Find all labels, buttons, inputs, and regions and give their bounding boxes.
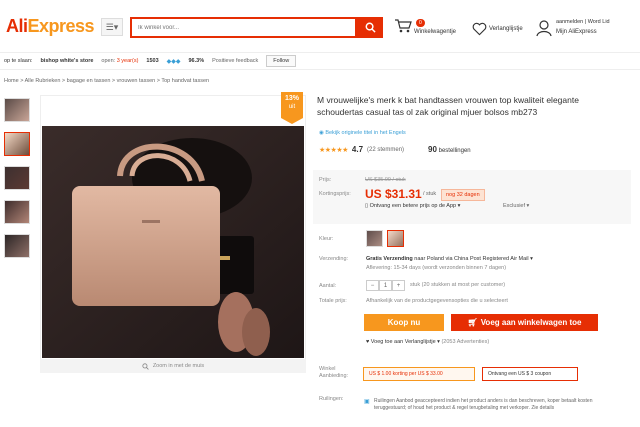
days-left-tag: nog 32 dagen — [441, 189, 485, 201]
price-unit: / stuk — [423, 191, 437, 197]
magnifier-icon — [142, 362, 149, 370]
quantity-label: Aantal: — [319, 283, 337, 289]
thumbnail-image[interactable] — [4, 98, 30, 122]
color-label: Kleur: — [319, 236, 334, 242]
color-swatch[interactable] — [366, 230, 383, 247]
price-label: Prijs: — [319, 177, 332, 183]
thumbnail-image[interactable] — [4, 234, 30, 258]
user-icon — [536, 20, 552, 37]
thumbnail-list — [4, 98, 34, 268]
returns-label: Ruilingen: — [319, 396, 344, 402]
total-price-label: Totale prijs: — [319, 298, 347, 304]
search-box[interactable] — [130, 17, 357, 38]
discount-price: US $31.31 — [365, 187, 422, 201]
price-box: Prijs: US $35.99 / stuk Kortingsprijs: U… — [313, 170, 631, 224]
positive-feedback-value: 96.3% — [188, 58, 205, 64]
cart-count-badge: 0 — [416, 19, 425, 27]
main-product-image[interactable] — [40, 95, 306, 373]
sign-in-links[interactable]: aanmelden | Word Lid — [556, 19, 610, 25]
categories-menu-button[interactable]: ☰▾ — [101, 18, 123, 36]
cart-label: Winkelwagentje — [414, 29, 457, 35]
store-name[interactable]: bishop white's store — [40, 58, 93, 64]
rating-value: 4.7 — [351, 145, 364, 154]
color-swatch-selected[interactable] — [387, 230, 404, 247]
original-title-link[interactable]: ◉ Bekijk originele titel in het Engels — [319, 130, 406, 136]
thumbnail-image[interactable] — [4, 166, 30, 190]
buy-now-button[interactable]: Koop nu — [364, 314, 444, 331]
product-photo — [42, 126, 304, 358]
search-button[interactable] — [357, 17, 383, 38]
search-icon — [365, 22, 376, 33]
shipping-label: Verzending: — [319, 256, 349, 262]
store-offer-label: Winkel Aanbieding: — [319, 366, 349, 379]
plus-button[interactable]: + — [392, 280, 405, 291]
heart-icon — [472, 22, 487, 36]
store-coupon[interactable]: US $ 1.00 korting per US $ 33.00 — [363, 367, 475, 381]
exclusive-dropdown[interactable]: Exclusief ▾ — [503, 203, 529, 209]
diamond-icon: ◆◆◆ — [166, 58, 181, 65]
shield-icon: ▣ — [364, 399, 370, 405]
discount-badge: 13% uit — [281, 92, 303, 124]
aliexpress-logo[interactable]: AliExpress — [6, 16, 95, 37]
thumbnail-image[interactable] — [4, 132, 30, 156]
breadcrumb[interactable]: Home > Alle Rubrieken > bagage en tassen… — [4, 78, 209, 84]
cart-link[interactable]: 0 Winkelwagentje — [394, 16, 466, 40]
search-input[interactable] — [132, 19, 355, 36]
original-price: US $35.99 / stuk — [365, 177, 406, 183]
thumbnail-image[interactable] — [4, 200, 30, 224]
add-to-wishlist-link[interactable]: ♥ Voeg toe aan Verlanglijstje ▾ (2053 Ad… — [366, 339, 489, 345]
minus-button[interactable]: − — [366, 280, 379, 291]
delivery-time: Aflevering: 15-34 days (wordt verzonden … — [366, 265, 507, 271]
shipping-info[interactable]: Gratis Verzending naar Poland via China … — [366, 256, 533, 262]
orders-count: 90 bestellingen — [428, 145, 471, 154]
star-rating-icon: ★★★★★ — [319, 146, 348, 154]
store-open-duration: open: 3 year(s) — [101, 58, 139, 64]
discount-price-label: Kortingsprijs: — [319, 191, 351, 197]
account-menu[interactable]: aanmelden | Word Lid Mijn AliExpress — [536, 17, 640, 41]
zoom-hint: Zoom in met de muis — [40, 359, 306, 373]
returns-policy: Ruilingen Aanbod geaccepteerd indien het… — [374, 398, 593, 411]
site-header: AliExpress ☰▾ 0 Winkelwagentje Verlangli… — [0, 0, 640, 52]
menu-icon: ☰▾ — [105, 21, 119, 32]
wishlist-label: Verlanglijstje — [489, 26, 523, 32]
product-title: M vrouwelijke's merk k bat handtassen vr… — [317, 95, 579, 117]
wishlist-link[interactable]: Verlanglijstje — [472, 20, 538, 38]
store-score: 1503 — [146, 58, 159, 64]
quantity-input[interactable]: 1 — [379, 280, 392, 291]
rating-summary: ★★★★★ 4.7 (22 stemmen) 90 bestellingen — [319, 145, 471, 154]
rating-count[interactable]: (22 stemmen) — [367, 147, 404, 153]
get-coupon-button[interactable]: Ontvang een US $ 3 coupon — [482, 367, 578, 381]
total-price-note: Afhankelijk van de productgegevensopties… — [366, 298, 508, 304]
product-page: AliExpress ☰▾ 0 Winkelwagentje Verlangli… — [0, 0, 640, 427]
my-aliexpress-link[interactable]: Mijn AliExpress — [556, 29, 597, 35]
store-info-bar: op te slaan: bishop white's store open: … — [0, 52, 640, 70]
follow-button[interactable]: Follow — [266, 55, 297, 67]
positive-feedback-label: Positieve feedback — [212, 58, 259, 64]
quantity-stepper[interactable]: − 1 + — [366, 280, 405, 291]
add-to-cart-button[interactable]: 🛒︎ Voeg aan winkelwagen toe — [451, 314, 598, 331]
cart-icon — [395, 19, 412, 33]
quantity-note: stuk (20 stukken at most per customer) — [410, 282, 506, 288]
store-prefix: op te slaan: — [4, 58, 33, 64]
app-price-link[interactable]: ▯ Ontvang een betere prijs op de App ▾ — [365, 203, 460, 209]
cart-icon: 🛒︎ — [467, 318, 478, 327]
